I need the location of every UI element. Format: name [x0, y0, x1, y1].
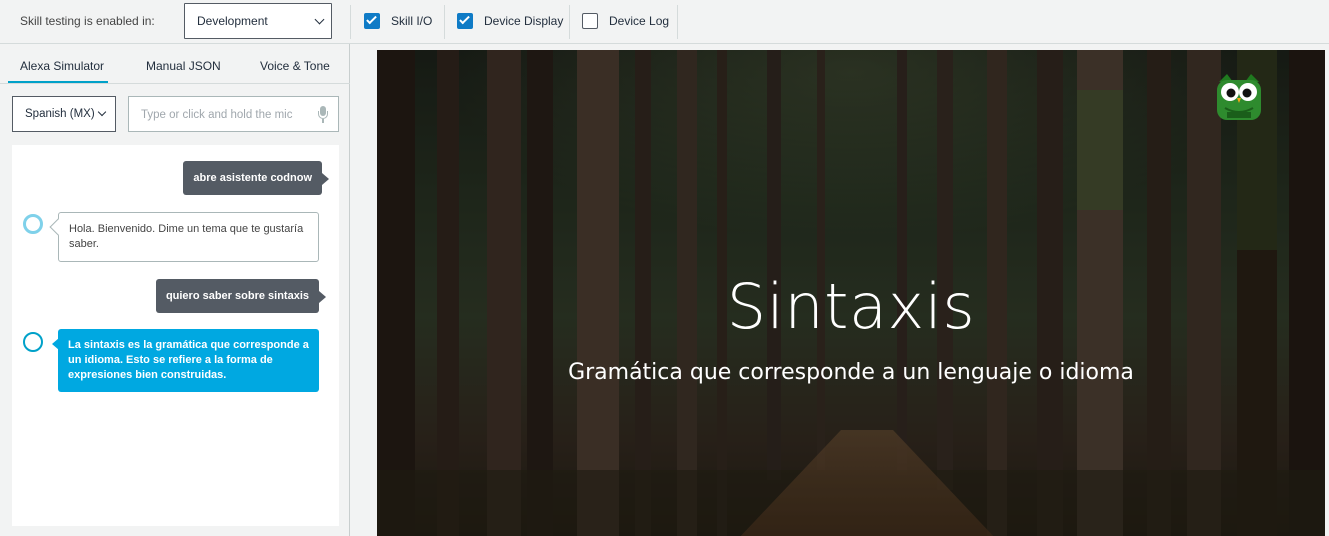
skill-testing-label: Skill testing is enabled in: [20, 14, 155, 28]
chevron-down-icon [97, 107, 107, 117]
user-utterance-bubble: quiero saber sobre sintaxis [155, 279, 327, 313]
utterance-input[interactable] [141, 106, 301, 124]
divider [569, 5, 570, 39]
device-display-checkbox[interactable] [457, 13, 473, 29]
divider [677, 5, 678, 39]
alexa-ring-icon [23, 214, 43, 234]
tab-alexa-simulator[interactable]: Alexa Simulator [20, 59, 104, 73]
divider [444, 5, 445, 39]
display-subtitle: Gramática que corresponde a un lenguaje … [568, 360, 1134, 385]
alexa-response-bubble: Hola. Bienvenido. Dime un tema que te gu… [58, 212, 319, 262]
alexa-ring-icon [23, 332, 43, 352]
device-log-label[interactable]: Device Log [609, 14, 669, 28]
owl-icon [1217, 74, 1261, 120]
skill-io-label[interactable]: Skill I/O [391, 14, 432, 28]
device-display-panel: Sintaxis Gramática que corresponde a un … [351, 44, 1329, 536]
display-title: Sintaxis [726, 270, 976, 343]
conversation-log: abre asistente codnow Hola. Bienvenido. … [12, 145, 339, 526]
user-utterance-bubble: abre asistente codnow [183, 161, 329, 195]
device-display-label[interactable]: Device Display [484, 14, 563, 28]
tab-voice-and-tone[interactable]: Voice & Tone [260, 59, 330, 73]
skill-io-checkbox[interactable] [364, 13, 380, 29]
language-select[interactable]: Spanish (MX) [12, 96, 116, 132]
alexa-response-bubble: La sintaxis es la gramática que correspo… [52, 329, 319, 392]
tab-bar: Alexa Simulator Manual JSON Voice & Tone [0, 44, 350, 84]
checkmark-icon [459, 13, 470, 25]
divider [350, 5, 351, 39]
active-tab-indicator [8, 81, 108, 83]
tab-manual-json[interactable]: Manual JSON [146, 59, 221, 73]
top-toolbar: Skill testing is enabled in: Development… [0, 0, 1329, 44]
stage-select-value: Development [197, 14, 268, 28]
device-log-checkbox[interactable] [582, 13, 598, 29]
utterance-field [128, 96, 339, 132]
microphone-icon[interactable] [318, 106, 328, 124]
device-display-screen: Sintaxis Gramática que corresponde a un … [377, 50, 1325, 536]
stage-select[interactable]: Development [184, 3, 332, 39]
simulator-panel: Alexa Simulator Manual JSON Voice & Tone… [0, 44, 350, 536]
checkmark-icon [366, 13, 377, 25]
chevron-down-icon [314, 14, 325, 25]
language-select-value: Spanish (MX) [25, 108, 95, 120]
